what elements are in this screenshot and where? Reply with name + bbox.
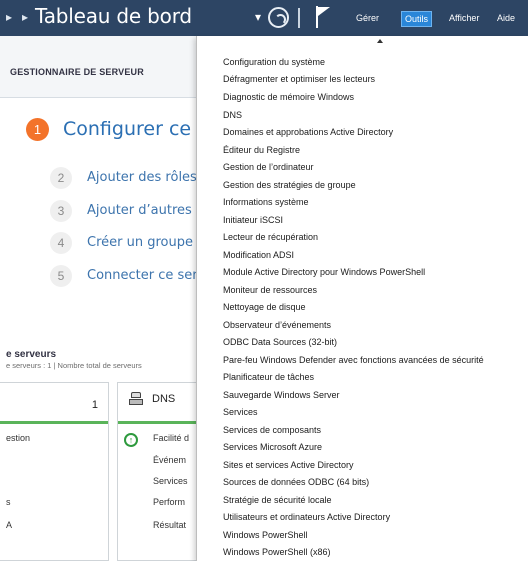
menu-item[interactable]: Utilisateurs et ordinateurs Active Direc… [223,510,390,524]
server-count: 1 [91,399,98,411]
menu-item[interactable]: ODBC Data Sources (32-bit) [223,335,337,349]
menu-item[interactable]: Nettoyage de disque [223,300,306,314]
menu-item[interactable]: DNS [223,108,242,122]
menu-gerer[interactable]: Gérer [353,11,382,25]
menu-item[interactable]: Défragmenter et optimiser les lecteurs [223,72,375,86]
menu-item[interactable]: Domaines et approbations Active Director… [223,125,393,139]
menu-item[interactable]: Module Active Directory pour Windows Pow… [223,265,425,279]
status-bar [0,421,108,424]
step-number: 4 [50,232,72,254]
menu-item[interactable]: Pare-feu Windows Defender avec fonctions… [223,353,484,367]
breadcrumb-separator-icon: ▸ [22,10,29,24]
server-tile[interactable]: 1 estion s A [0,382,109,561]
menu-item[interactable]: Éditeur du Registre [223,143,300,157]
step-link-connect[interactable]: Connecter ce ser [87,268,198,283]
dropdown-arrow-icon[interactable]: ▾ [255,10,261,24]
menu-item[interactable]: Sauvegarde Windows Server [223,388,340,402]
menu-item[interactable]: Observateur d’événements [223,318,331,332]
status-bar [118,421,196,424]
step-number: 5 [50,265,72,287]
tile-row[interactable]: s [6,497,11,507]
menu-item[interactable]: Gestion des stratégies de groupe [223,178,356,192]
menu-afficher[interactable]: Afficher [446,11,482,25]
refresh-icon[interactable] [268,7,289,28]
menu-item[interactable]: Diagnostic de mémoire Windows [223,90,354,104]
step-link-create-group[interactable]: Créer un groupe [87,235,193,250]
notifications-flag-icon[interactable] [316,6,334,28]
servers-section-title: e serveurs [6,349,57,360]
scroll-up-icon[interactable] [377,39,383,43]
menu-item[interactable]: Modification ADSI [223,248,294,262]
step-number: 2 [50,167,72,189]
step-number: 3 [50,200,72,222]
menu-aide[interactable]: Aide [494,11,518,25]
nav-arrow-icon[interactable]: ▸ [6,10,12,24]
tile-row[interactable]: Événem [153,455,186,465]
menu-item[interactable]: Informations système [223,195,309,209]
title-bar: ▸ ▸ Tableau de bord ▾ Gérer Outils Affic… [0,0,528,36]
menu-item[interactable]: Services [223,405,258,419]
tile-row[interactable]: Résultat [153,520,186,530]
server-role-icon [129,392,143,406]
step-link-add-servers[interactable]: Ajouter d’autres s [87,203,203,218]
dns-tile[interactable]: DNS ↑ Facilité d Événem Services Perform… [117,382,196,561]
step-link-add-roles[interactable]: Ajouter des rôles [87,170,197,185]
menu-item[interactable]: Sources de données ODBC (64 bits) [223,475,369,489]
menu-item[interactable]: Planificateur de tâches [223,370,314,384]
menu-item[interactable]: Configuration du système [223,55,325,69]
menu-item[interactable]: Moniteur de ressources [223,283,317,297]
start-step-badge: 1 [26,118,49,141]
dashboard-header-title: GESTIONNAIRE DE SERVEUR [10,67,144,77]
tile-row[interactable]: Services [153,476,188,486]
menu-item[interactable]: Windows PowerShell [223,528,308,542]
tile-row[interactable]: A [6,520,12,530]
toolbar-divider [298,8,300,28]
menu-item[interactable]: Stratégie de sécurité locale [223,493,332,507]
menu-item[interactable]: Services Microsoft Azure [223,440,322,454]
menu-item[interactable]: Initiateur iSCSI [223,213,283,227]
servers-section-subtitle: e serveurs : 1 | Nombre total de serveur… [6,361,142,370]
page-title: Tableau de bord [35,4,192,28]
menu-item[interactable]: Gestion de l’ordinateur [223,160,314,174]
dns-tile-title: DNS [152,393,176,405]
menu-outils[interactable]: Outils [401,11,433,27]
menu-item[interactable]: Sites et services Active Directory [223,458,354,472]
menu-item[interactable]: Services de composants [223,423,321,437]
tile-row[interactable]: estion [6,433,30,443]
tile-row[interactable]: Perform [153,497,185,507]
status-ok-icon: ↑ [124,433,138,447]
menu-item[interactable]: Windows PowerShell (x86) [223,545,331,559]
menu-item[interactable]: Lecteur de récupération [223,230,318,244]
tile-row[interactable]: Facilité d [153,433,189,443]
